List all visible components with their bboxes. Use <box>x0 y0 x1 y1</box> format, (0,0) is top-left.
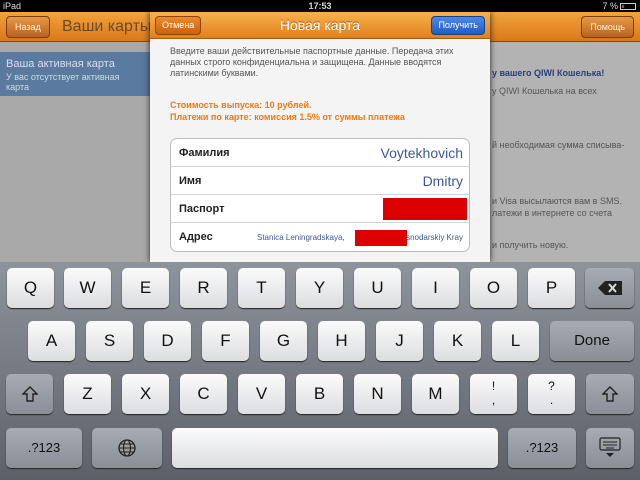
clock: 17:53 <box>308 1 332 11</box>
info-line: латежи в интернете со счета <box>492 208 612 218</box>
app-title: Ваши карты <box>62 18 152 35</box>
get-button[interactable]: Получить <box>431 16 485 35</box>
passport-row[interactable]: Паспорт <box>171 195 469 223</box>
info-line: и Visa высылаются вам в SMS. <box>492 196 622 206</box>
key-k[interactable]: K <box>434 321 481 361</box>
info-line: и получить новую. <box>492 240 569 250</box>
key-n[interactable]: N <box>354 374 401 414</box>
info-panel: у вашего QIWI Кошелька! у QIWI Кошелька … <box>488 42 640 262</box>
issue-cost: Стоимость выпуска: 10 рублей. <box>170 100 312 110</box>
name-row[interactable]: Имя Dmitry <box>171 167 469 195</box>
shift-icon <box>601 386 619 402</box>
name-label: Имя <box>179 175 202 187</box>
key-x[interactable]: X <box>122 374 169 414</box>
globe-key[interactable] <box>92 428 162 468</box>
key-d[interactable]: D <box>144 321 191 361</box>
backspace-key[interactable] <box>585 268 634 308</box>
passport-form: Фамилия Voytekhovich Имя Dmitry Паспорт … <box>170 138 470 252</box>
active-card-item[interactable]: Ваша активная карта У вас отсутствует ак… <box>0 52 150 96</box>
help-button[interactable]: Помощь <box>581 16 634 38</box>
modal-header: Отмена Новая карта Получить <box>150 12 490 39</box>
key-exclaim-comma[interactable]: ! , <box>470 374 517 414</box>
status-bar: iPad 17:53 7 % <box>0 0 640 12</box>
name-field[interactable]: Dmitry <box>423 173 463 189</box>
address-label: Адрес <box>179 231 213 243</box>
key-m[interactable]: M <box>412 374 459 414</box>
key-w[interactable]: W <box>64 268 111 308</box>
key-a[interactable]: A <box>28 321 75 361</box>
shift-key-right[interactable] <box>586 374 634 414</box>
key-c[interactable]: C <box>180 374 227 414</box>
key-p[interactable]: P <box>528 268 575 308</box>
battery-indicator: 7 % <box>602 1 636 11</box>
done-key[interactable]: Done <box>550 321 634 361</box>
hide-keyboard-key[interactable] <box>586 428 634 468</box>
key-g[interactable]: G <box>260 321 307 361</box>
key-f[interactable]: F <box>202 321 249 361</box>
shift-key-left[interactable] <box>6 374 53 414</box>
back-button[interactable]: Назад <box>6 16 50 38</box>
info-line: й необходимая сумма списыва- <box>492 140 625 150</box>
passport-field-redacted[interactable] <box>383 198 467 220</box>
key-question-period[interactable]: ? . <box>528 374 575 414</box>
key-o[interactable]: O <box>470 268 517 308</box>
hide-keyboard-icon <box>599 437 621 457</box>
key-y[interactable]: Y <box>296 268 343 308</box>
backspace-icon <box>597 281 622 295</box>
modal-body: Введите ваши действительные паспортные д… <box>150 40 490 262</box>
modal-description: Введите ваши действительные паспортные д… <box>170 46 454 78</box>
address-redacted <box>355 230 407 246</box>
space-bar[interactable] <box>172 428 498 468</box>
on-screen-keyboard: Q W E R T Y U I O P A S D F G H J K L Do… <box>0 262 640 480</box>
key-q[interactable]: Q <box>7 268 54 308</box>
key-b[interactable]: B <box>296 374 343 414</box>
active-card-title: Ваша активная карта <box>6 58 115 70</box>
sidebar: Ваша активная карта У вас отсутствует ак… <box>0 42 150 262</box>
key-upper-char: ? <box>548 379 555 393</box>
key-i[interactable]: I <box>412 268 459 308</box>
key-l[interactable]: L <box>492 321 539 361</box>
key-j[interactable]: J <box>376 321 423 361</box>
key-h[interactable]: H <box>318 321 365 361</box>
payment-fee: Платежи по карте: комиссия 1.5% от суммы… <box>170 112 405 122</box>
key-r[interactable]: R <box>180 268 227 308</box>
key-lower-char: . <box>549 393 554 407</box>
numbers-key-left[interactable]: .?123 <box>6 428 82 468</box>
info-heading: у вашего QIWI Кошелька! <box>492 68 605 78</box>
info-line: у QIWI Кошелька на всех <box>492 86 597 96</box>
passport-label: Паспорт <box>179 203 225 215</box>
surname-label: Фамилия <box>179 147 230 159</box>
address-field-part1[interactable]: Stanica Leningradskaya, <box>257 233 345 242</box>
key-upper-char: ! <box>491 379 496 393</box>
key-u[interactable]: U <box>354 268 401 308</box>
key-lower-char: , <box>491 393 496 407</box>
key-t[interactable]: T <box>238 268 285 308</box>
key-s[interactable]: S <box>86 321 133 361</box>
key-e[interactable]: E <box>122 268 169 308</box>
battery-percent: 7 % <box>602 1 618 11</box>
shift-icon <box>20 386 39 402</box>
address-field-part2[interactable]: snodarskiy Kray <box>406 233 463 242</box>
key-z[interactable]: Z <box>64 374 111 414</box>
active-card-subtitle: У вас отсутствует активная карта <box>6 72 120 92</box>
key-v[interactable]: V <box>238 374 285 414</box>
surname-row[interactable]: Фамилия Voytekhovich <box>171 139 469 167</box>
numbers-key-right[interactable]: .?123 <box>508 428 576 468</box>
surname-field[interactable]: Voytekhovich <box>381 145 464 161</box>
new-card-modal: Отмена Новая карта Получить Введите ваши… <box>150 12 490 262</box>
battery-icon <box>620 3 636 10</box>
address-row[interactable]: Адрес Stanica Leningradskaya, snodarskiy… <box>171 223 469 251</box>
globe-icon <box>118 439 136 457</box>
